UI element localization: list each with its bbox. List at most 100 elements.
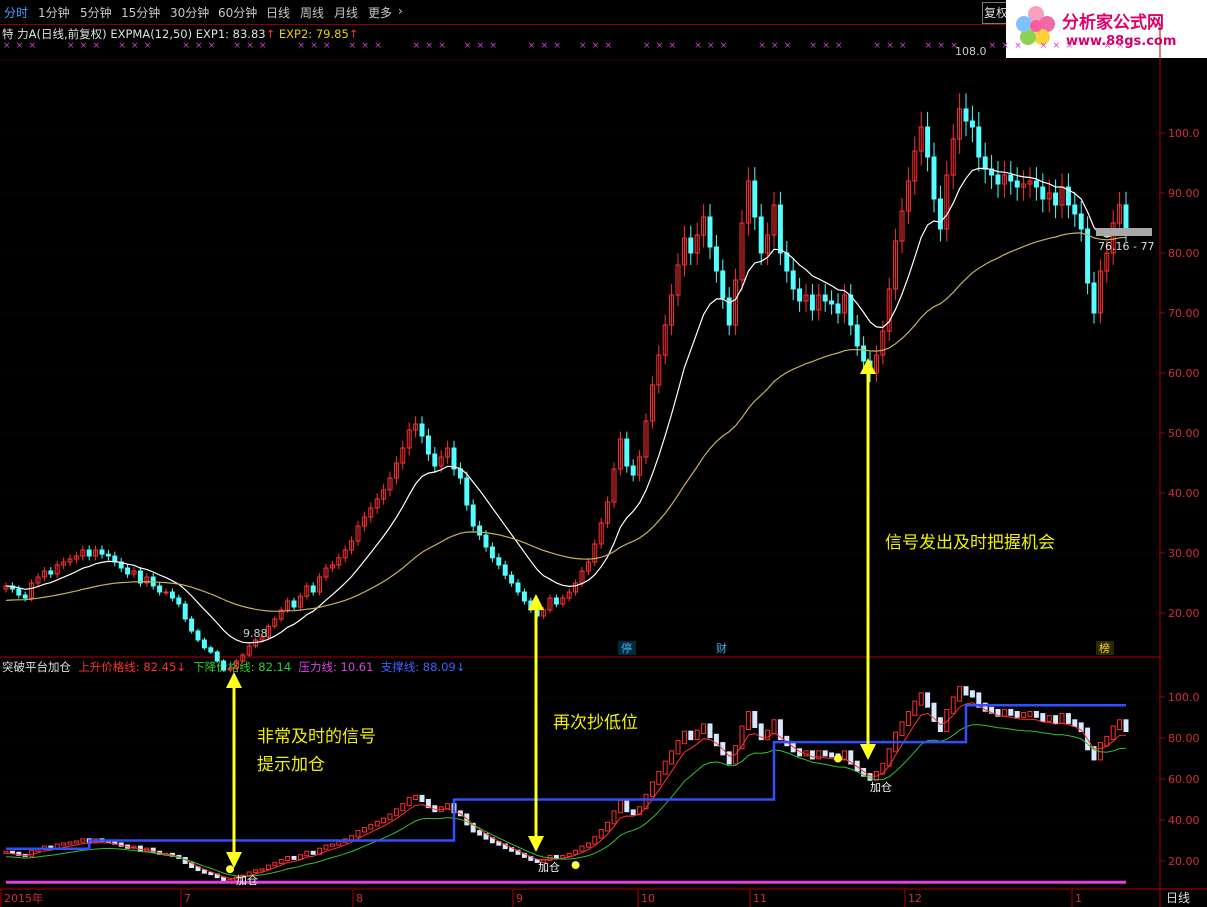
stock-chart[interactable]: × × × × × × × × × × × × × × × × × × × × × × × × × × × × × × × × × × × × × × × ×… <box>0 0 1207 907</box>
sub-bar <box>566 852 572 857</box>
period-label: 日线 <box>1166 891 1190 905</box>
exp1-line <box>5 167 1127 644</box>
candle-body <box>553 597 559 605</box>
x-axis: 2015年 7 8 9 10 11 12 1 <box>0 889 1082 907</box>
candle-body <box>713 246 719 272</box>
sub-bar <box>387 813 393 821</box>
signal-x-mark: × <box>528 41 536 51</box>
candle-body <box>784 252 790 272</box>
candle-body <box>169 591 175 599</box>
annotation-text-1a: 非常及时的信号 <box>257 727 376 747</box>
sub-bar <box>1123 719 1129 733</box>
annotation-text-1b: 提示加仓 <box>257 755 325 775</box>
candle-body <box>464 477 470 506</box>
signal-x-mark: × <box>758 41 766 51</box>
signal-x-mark: × <box>643 41 651 51</box>
sub-y-tick-label: 20.00 <box>1168 855 1200 868</box>
event-finance-label: 财 <box>716 641 727 655</box>
candle-body <box>790 270 796 290</box>
y-tick-label: 100.0 <box>1168 127 1200 140</box>
candle-body <box>509 574 515 584</box>
signal-x-mark: × <box>1053 41 1061 51</box>
sub-bar <box>553 854 559 859</box>
sub-bar <box>822 750 828 757</box>
sub-bar <box>1059 713 1065 724</box>
signal-x-mark: × <box>541 41 549 51</box>
sub-bar <box>477 830 483 836</box>
signal-x-mark: × <box>784 41 792 51</box>
signal-x-mark: × <box>182 41 190 51</box>
sub-bar <box>1053 715 1059 724</box>
sub-bar <box>1046 715 1052 722</box>
candle-body <box>797 288 803 302</box>
signal-x-mark: × <box>195 41 203 51</box>
candle-body <box>1008 174 1014 182</box>
sub-bar <box>675 740 681 755</box>
candle-body <box>925 126 931 158</box>
sub-bar <box>1008 708 1014 716</box>
sub-bar <box>899 721 905 737</box>
candle-body <box>995 174 1001 185</box>
sub-bar <box>272 862 278 867</box>
candle-body <box>208 647 214 653</box>
signal-x-mark: × <box>656 41 664 51</box>
sub-bar <box>1021 712 1027 718</box>
sub-bar <box>1065 713 1071 724</box>
sub-bar <box>67 841 73 845</box>
candle-body <box>937 198 943 230</box>
sub-bar <box>816 750 822 760</box>
signal-dot <box>834 754 842 763</box>
signal-x-mark: × <box>144 41 152 51</box>
candle-body <box>630 465 636 476</box>
x-tick-label: 11 <box>753 892 767 905</box>
signal-x-mark: × <box>835 41 843 51</box>
candle-body <box>707 216 713 248</box>
sub-bar <box>361 826 367 833</box>
sub-bar <box>579 845 585 852</box>
sub-bar <box>573 849 579 855</box>
annotation-text-3: 信号发出及时把握机会 <box>885 533 1055 553</box>
signal-x-mark: × <box>669 41 677 51</box>
signal-x-mark: × <box>707 41 715 51</box>
candle-body <box>310 585 316 593</box>
sub-bar <box>393 808 399 817</box>
sub-bar <box>681 730 687 745</box>
signal-dot <box>571 861 580 870</box>
sub-bar <box>662 760 668 775</box>
signal-x-mark: × <box>349 41 357 51</box>
sub-bar <box>1033 711 1039 718</box>
candle-body <box>1053 192 1059 206</box>
sub-bar <box>374 820 380 827</box>
sub-bar <box>624 800 630 813</box>
candle-body <box>99 549 105 555</box>
signal-x-mark: × <box>464 41 472 51</box>
candle-body <box>425 435 431 455</box>
sub-bar <box>630 809 636 816</box>
y-tick-label: 60.00 <box>1168 367 1200 380</box>
candle-body <box>822 294 828 302</box>
signal-x-mark: × <box>1104 41 1112 51</box>
sub-bar <box>445 803 451 810</box>
candle-body <box>1014 180 1020 188</box>
sub-bar <box>669 750 675 765</box>
signal-x-mark: × <box>93 41 101 51</box>
candle-body <box>214 651 220 662</box>
sub-bar <box>752 711 758 728</box>
candle-body <box>451 447 457 470</box>
candle-body <box>86 549 92 557</box>
candle-body <box>48 570 54 575</box>
sub-bar <box>585 842 591 848</box>
sub-bar <box>707 723 713 739</box>
signal-x-mark: × <box>886 41 894 51</box>
x-tick-label: 10 <box>641 892 655 905</box>
sub-bar <box>963 686 969 696</box>
sub-bar <box>688 730 694 741</box>
candle-body <box>157 585 163 593</box>
candlesticks <box>3 93 1129 672</box>
sub-bar <box>829 752 835 758</box>
candle-body <box>969 120 975 128</box>
signal-x-mark: × <box>1065 41 1073 51</box>
candle-body <box>195 630 201 641</box>
event-rank-label: 榜 <box>1099 641 1110 655</box>
candle-body <box>470 504 476 527</box>
